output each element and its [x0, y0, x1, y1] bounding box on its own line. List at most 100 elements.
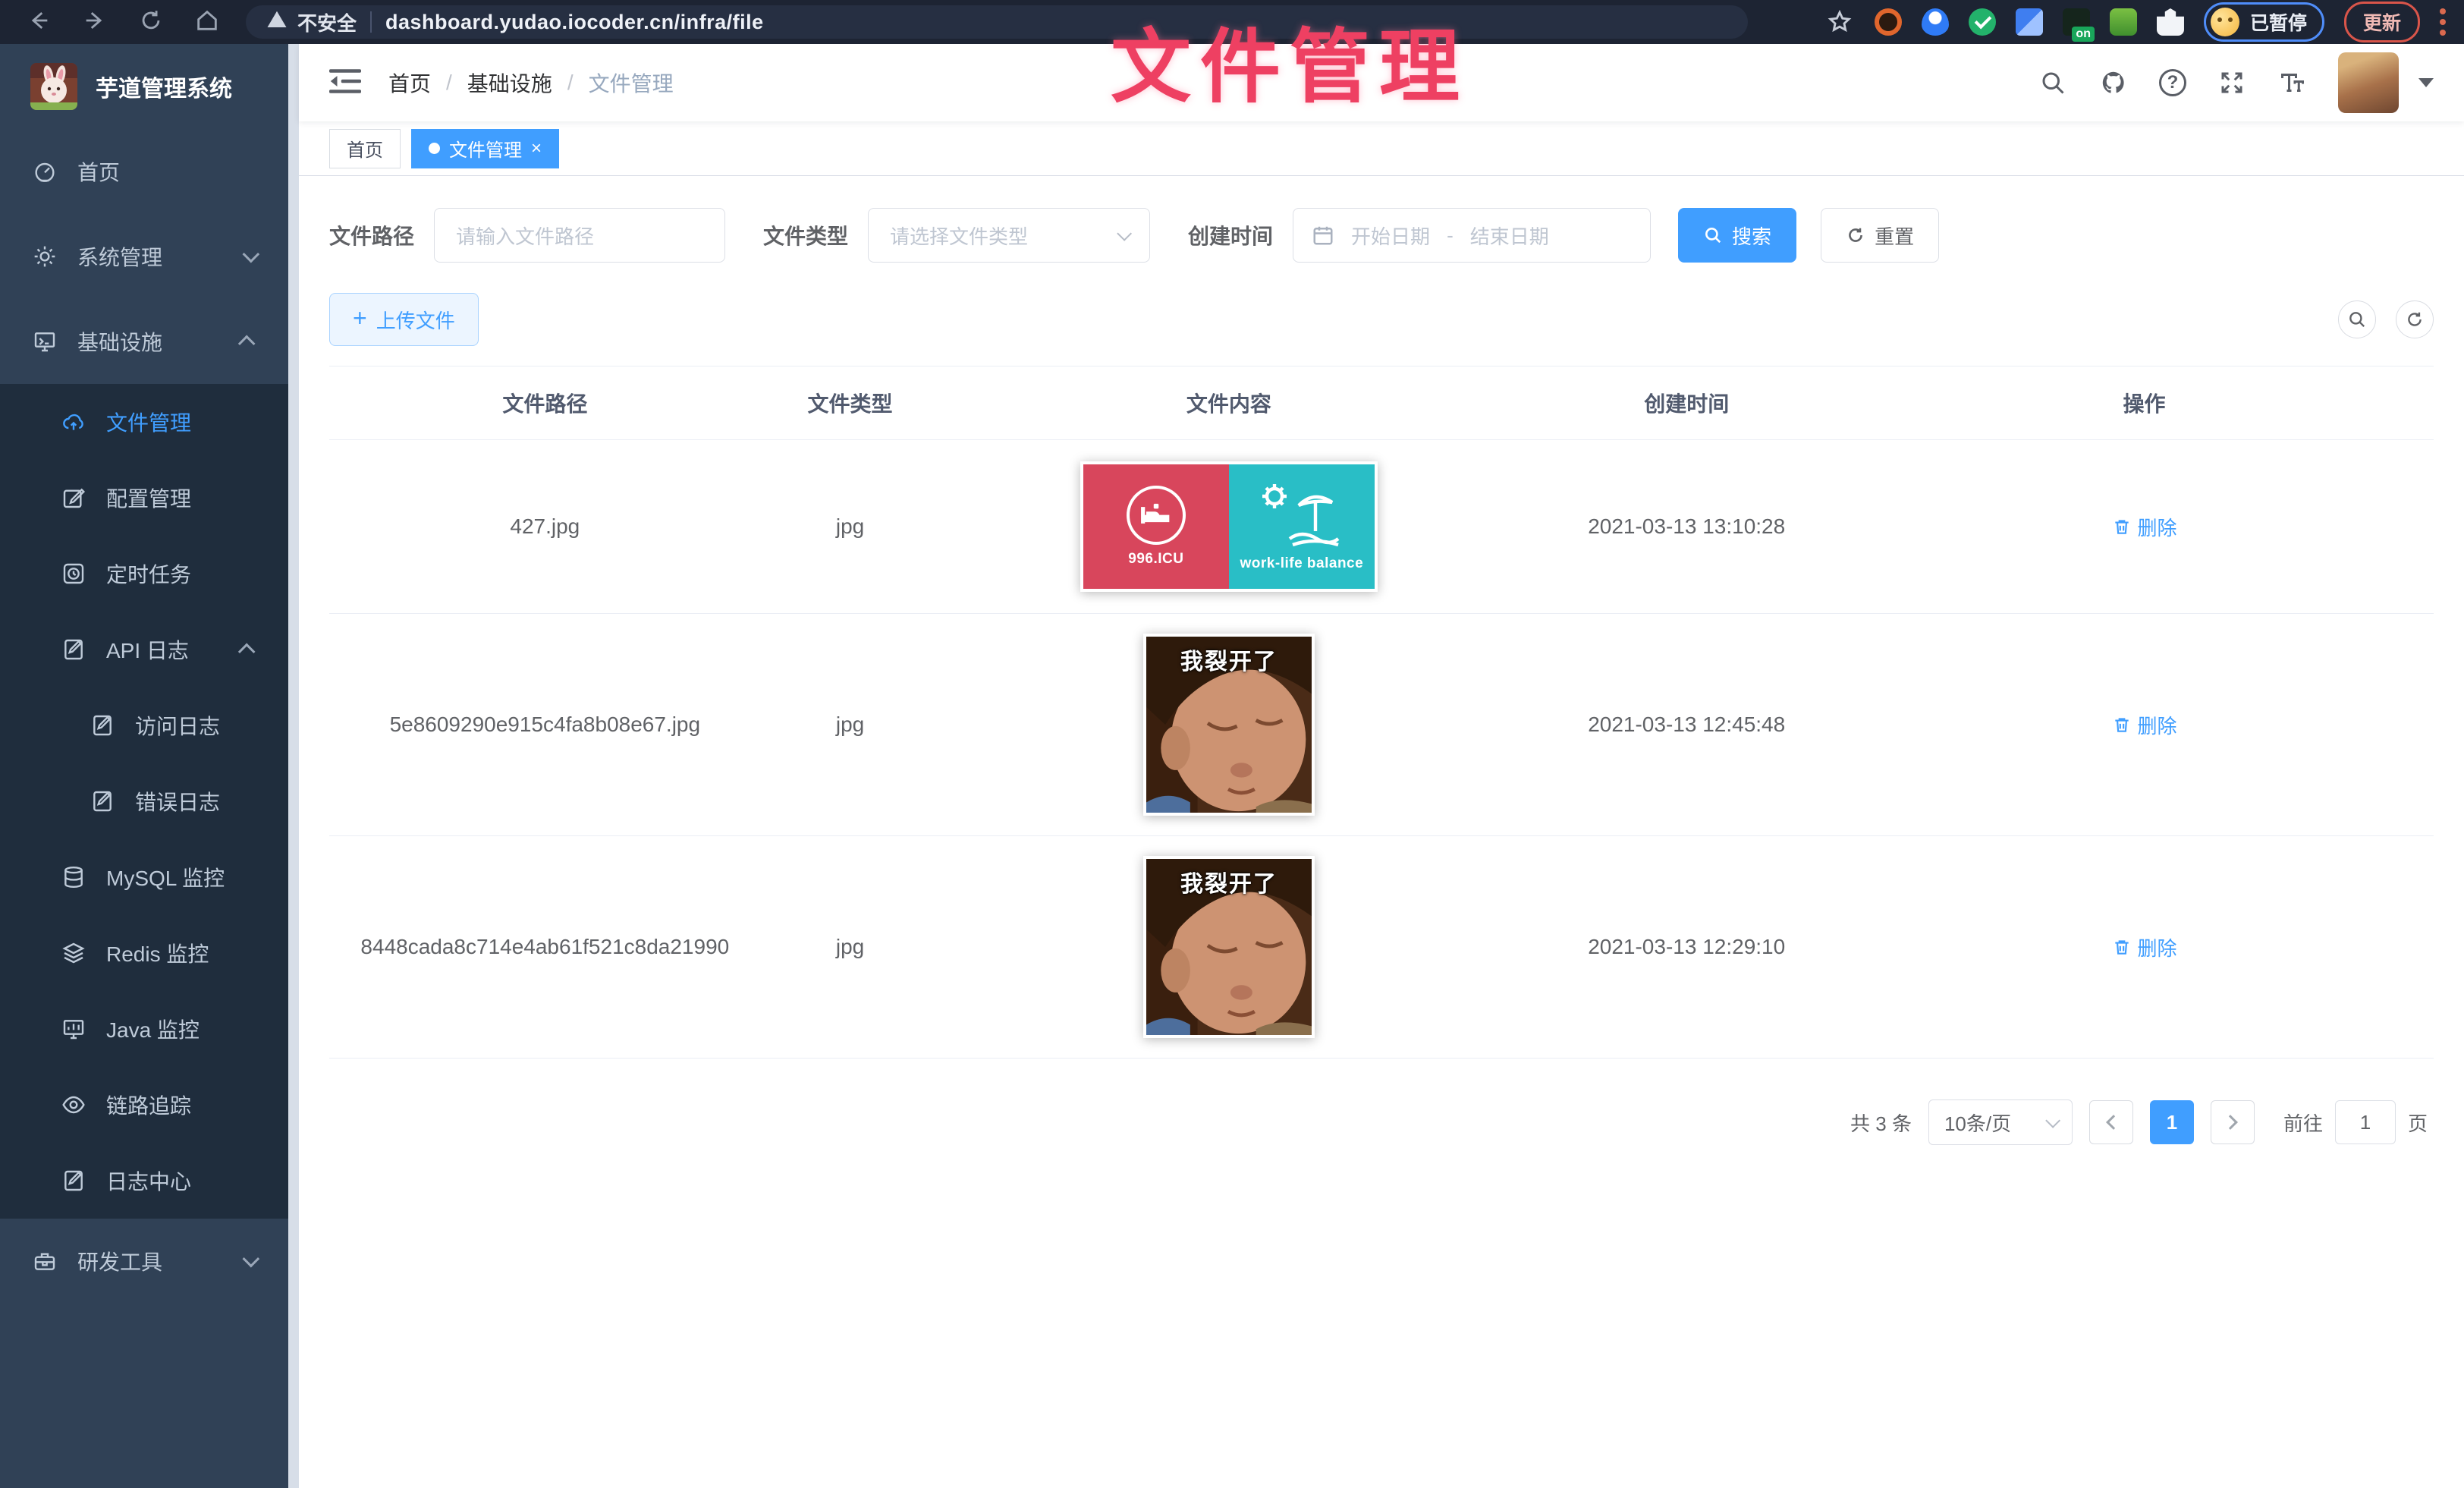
- file-path-input[interactable]: 请输入文件路径: [434, 208, 725, 263]
- tag-home[interactable]: 首页: [329, 129, 401, 168]
- delete-button[interactable]: 删除: [2112, 933, 2177, 961]
- file-type-cell: jpg: [836, 700, 864, 749]
- table-toolbar: + 上传文件: [329, 293, 2434, 346]
- profile-status: 已暂停: [2250, 8, 2307, 36]
- page-content: 文件路径 请输入文件路径 文件类型 请选择文件类型 创建时间 开始日期 - 结束…: [299, 176, 2464, 1145]
- page-unit-label: 页: [2408, 1109, 2428, 1137]
- close-icon[interactable]: ×: [531, 140, 542, 158]
- reload-icon[interactable]: [138, 8, 164, 37]
- chevron-right-icon: [2223, 1115, 2238, 1130]
- file-type-select[interactable]: 请选择文件类型: [868, 208, 1150, 263]
- extension-switch-icon[interactable]: [2063, 8, 2090, 36]
- sidebar-item-system[interactable]: 系统管理: [0, 214, 288, 299]
- file-thumbnail-baby-meme[interactable]: 我裂开了: [1143, 634, 1315, 816]
- page-watermark: 文件管理: [1111, 2, 1469, 118]
- delete-button[interactable]: 删除: [2112, 711, 2177, 739]
- col-actions: 操作: [1855, 366, 2434, 439]
- toggle-search-button[interactable]: [2338, 300, 2376, 338]
- sidebar-item-config-management[interactable]: 配置管理: [0, 460, 288, 536]
- end-date-input[interactable]: 结束日期: [1470, 222, 1549, 250]
- search-button[interactable]: 搜索: [1678, 208, 1796, 263]
- log-icon: [90, 788, 115, 814]
- table-row: 8448cada8c714e4ab61f521c8da21990 jpg: [329, 836, 2434, 1059]
- update-button[interactable]: 更新: [2344, 2, 2420, 42]
- sidebar-item-infra[interactable]: 基础设施: [0, 299, 288, 384]
- breadcrumb-infra[interactable]: 基础设施: [467, 68, 552, 98]
- delete-button[interactable]: 删除: [2112, 513, 2177, 541]
- browser-profile-chip[interactable]: 已暂停: [2204, 2, 2324, 42]
- next-page-button[interactable]: [2211, 1100, 2255, 1144]
- sidebar-item-redis-monitor[interactable]: Redis 监控: [0, 915, 288, 991]
- log-icon: [90, 713, 115, 738]
- sidebar-item-mysql-monitor[interactable]: MySQL 监控: [0, 839, 288, 915]
- sidebar-item-label: MySQL 监控: [106, 862, 225, 892]
- sidebar-item-label: 访问日志: [135, 710, 220, 741]
- edit-icon: [61, 485, 86, 511]
- trash-icon: [2112, 517, 2132, 536]
- back-icon[interactable]: [26, 8, 52, 37]
- sidebar-item-trace[interactable]: 链路追踪: [0, 1067, 288, 1143]
- extension-pin-icon[interactable]: [1922, 8, 1949, 36]
- home-icon[interactable]: [194, 8, 220, 37]
- browser-menu-icon[interactable]: [2440, 8, 2450, 36]
- avatar-caret-icon[interactable]: [2418, 78, 2434, 87]
- search-icon[interactable]: [2038, 68, 2068, 98]
- breadcrumb-home[interactable]: 首页: [388, 68, 431, 98]
- sidebar-item-label: 首页: [77, 156, 120, 187]
- font-size-icon[interactable]: [2277, 68, 2308, 98]
- profile-avatar: [2211, 8, 2239, 36]
- sidebar-item-scheduled-jobs[interactable]: 定时任务: [0, 536, 288, 612]
- goto-page-input[interactable]: 1: [2335, 1100, 2396, 1144]
- prev-page-button[interactable]: [2089, 1100, 2133, 1144]
- reset-button[interactable]: 重置: [1821, 208, 1939, 263]
- help-icon[interactable]: ?: [2159, 69, 2186, 96]
- bookmark-star-icon[interactable]: [1824, 7, 1855, 37]
- sidebar-submenu-infra: 文件管理 配置管理 定时任务 API 日志 访问日志 错误日志: [0, 384, 288, 1219]
- hamburger-icon[interactable]: [329, 68, 361, 99]
- github-icon[interactable]: [2098, 68, 2129, 98]
- page-number-current[interactable]: 1: [2150, 1100, 2194, 1144]
- extension-orange-icon[interactable]: [1875, 8, 1902, 36]
- user-avatar[interactable]: [2338, 52, 2399, 113]
- sidebar-scrollbar[interactable]: [288, 44, 299, 1488]
- sidebar-item-access-log[interactable]: 访问日志: [0, 687, 288, 763]
- cloud-upload-icon: [61, 409, 86, 435]
- tag-file-management[interactable]: 文件管理 ×: [411, 129, 559, 168]
- meme-caption: 我裂开了: [1146, 643, 1312, 676]
- col-file-path: 文件路径: [329, 366, 761, 439]
- sidebar-item-file-management[interactable]: 文件管理: [0, 384, 288, 460]
- forward-icon[interactable]: [82, 8, 108, 37]
- created-time-cell: 2021-03-13 13:10:28: [1588, 502, 1785, 551]
- extension-green-check-icon[interactable]: [1969, 8, 1996, 36]
- sidebar-item-label: 配置管理: [106, 483, 191, 513]
- start-date-input[interactable]: 开始日期: [1351, 222, 1430, 250]
- upload-file-button[interactable]: + 上传文件: [329, 293, 479, 346]
- extension-blue-grid-icon[interactable]: [2016, 8, 2043, 36]
- extension-green-icon[interactable]: [2110, 8, 2137, 36]
- sidebar-item-dev-tools[interactable]: 研发工具: [0, 1219, 288, 1304]
- sidebar-item-label: API 日志: [106, 634, 189, 665]
- sidebar-item-log-center[interactable]: 日志中心: [0, 1143, 288, 1219]
- sidebar-item-label: Java 监控: [106, 1014, 200, 1044]
- log-icon: [61, 1168, 86, 1194]
- chevron-up-icon: [238, 643, 256, 661]
- file-type-cell: jpg: [836, 502, 864, 551]
- file-thumbnail-baby-meme[interactable]: 我裂开了: [1143, 856, 1315, 1038]
- address-bar[interactable]: 不安全 dashboard.yudao.iocoder.cn/infra/fil…: [246, 5, 1748, 39]
- refresh-table-button[interactable]: [2396, 300, 2434, 338]
- address-divider: [370, 11, 372, 33]
- sidebar-item-home[interactable]: 首页: [0, 129, 288, 214]
- file-thumbnail-996icu[interactable]: 996.ICU work-life balance: [1080, 461, 1378, 592]
- extensions-puzzle-icon[interactable]: [2157, 8, 2184, 36]
- page-size-select[interactable]: 10条/页: [1928, 1099, 2073, 1145]
- sidebar-logo-row[interactable]: 芋道管理系统: [0, 44, 288, 129]
- create-time-label: 创建时间: [1188, 220, 1273, 250]
- sidebar-item-error-log[interactable]: 错误日志: [0, 763, 288, 839]
- chevron-up-icon: [238, 335, 256, 353]
- file-path-cell: 427.jpg: [510, 502, 580, 551]
- sidebar-item-api-log[interactable]: API 日志: [0, 612, 288, 687]
- sidebar-item-java-monitor[interactable]: Java 监控: [0, 991, 288, 1067]
- security-label: 不安全: [297, 8, 357, 36]
- fullscreen-icon[interactable]: [2217, 68, 2247, 98]
- date-range-picker[interactable]: 开始日期 - 结束日期: [1293, 208, 1651, 263]
